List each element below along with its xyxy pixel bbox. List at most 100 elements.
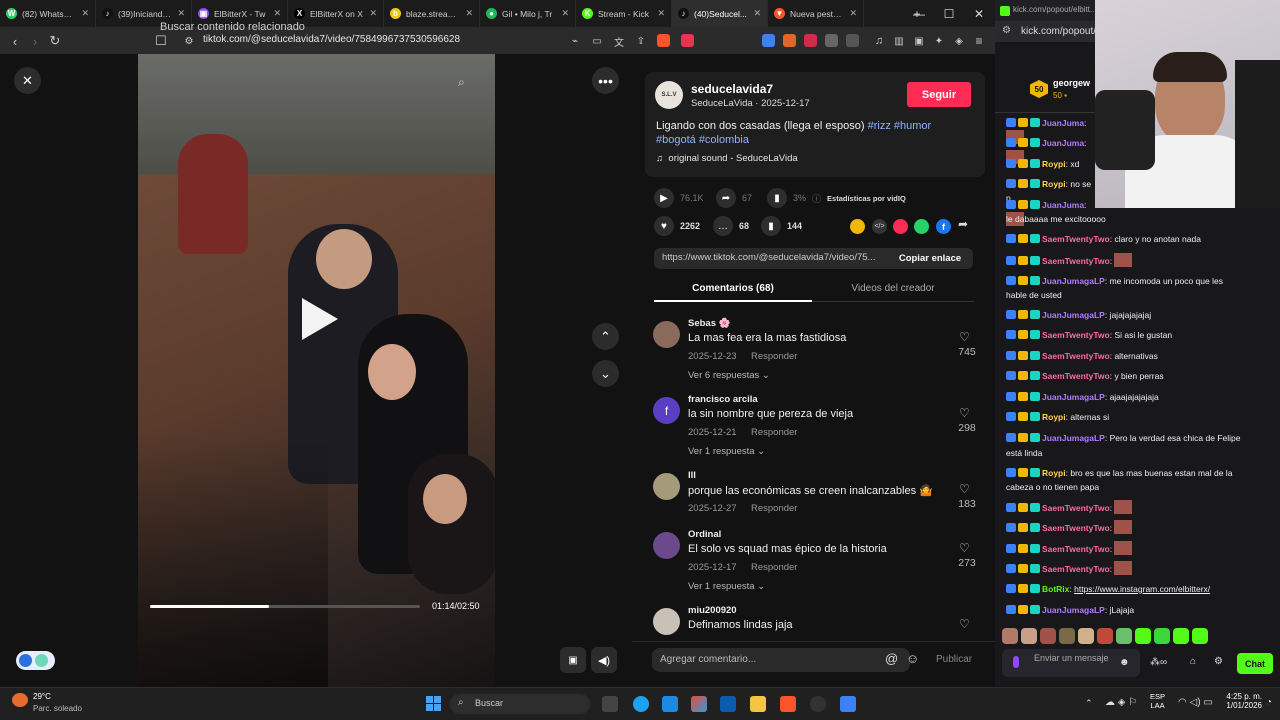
close-tab-icon[interactable]: ✕ xyxy=(849,8,857,19)
app-icon[interactable] xyxy=(810,696,826,712)
play-icon[interactable] xyxy=(302,298,338,340)
extension-icon[interactable] xyxy=(804,34,817,47)
search-icon[interactable]: ⌕ xyxy=(458,75,465,90)
chat-username[interactable]: SaemTwentyTwo xyxy=(1042,256,1110,266)
view-replies-button[interactable]: Ver 1 respuesta ⌄ xyxy=(688,446,765,457)
weather-icon[interactable] xyxy=(12,693,28,707)
chat-username[interactable]: JuanJumagaLP xyxy=(1042,276,1105,286)
plays-stat[interactable]: ▶ 76.1K xyxy=(654,188,704,208)
emote-icon[interactable] xyxy=(1135,628,1151,644)
vidiq-stats[interactable]: ▮ 3% ⓘ Estadísticas por vidIQ xyxy=(767,188,906,208)
more-options-icon[interactable]: ••• xyxy=(592,67,619,94)
close-tab-icon[interactable]: ✕ xyxy=(177,8,185,19)
copilot-icon[interactable] xyxy=(691,696,707,712)
wallet-icon[interactable]: ▣ xyxy=(910,32,928,50)
chat-username[interactable]: Roypi xyxy=(1042,468,1066,478)
chat-username[interactable]: Roypi xyxy=(1042,412,1066,422)
chat-username[interactable]: Roypi xyxy=(1042,159,1066,169)
app-icon[interactable] xyxy=(840,696,856,712)
emote-icon[interactable] xyxy=(1040,628,1056,644)
reply-button[interactable]: Responder xyxy=(751,562,797,573)
weather-temp[interactable]: 29°C xyxy=(33,692,51,701)
embed-icon[interactable]: </> xyxy=(872,219,887,234)
menu-icon[interactable]: ≡ xyxy=(970,32,988,50)
comment-avatar[interactable]: f xyxy=(653,397,680,424)
gift-icon[interactable]: ⌂ xyxy=(1190,656,1196,667)
heart-icon[interactable]: ♡ xyxy=(959,541,970,555)
site-info-icon[interactable]: ⚙ xyxy=(180,32,198,50)
whatsapp-icon[interactable] xyxy=(914,219,929,234)
hashtags[interactable]: #rizz #humor xyxy=(868,120,932,132)
network-icon[interactable]: ◠ ◁) ▭ xyxy=(1178,697,1213,708)
tray-icons[interactable]: ☁ ◈ ⚐ xyxy=(1105,697,1137,708)
maximize-button[interactable]: ☐ xyxy=(934,0,964,27)
notifications-icon[interactable]: ◔ xyxy=(1266,697,1272,708)
back-icon[interactable]: ‹ xyxy=(6,32,24,50)
chat-username[interactable]: SaemTwentyTwo xyxy=(1042,503,1110,513)
reply-button[interactable]: Responder xyxy=(751,503,797,514)
chat-username[interactable]: JuanJumagaLP xyxy=(1042,392,1105,402)
music-icon[interactable]: ♫ xyxy=(870,32,888,50)
minimize-button[interactable]: — xyxy=(904,0,934,27)
related-search-input[interactable]: Buscar contenido relacionado xyxy=(160,21,305,33)
edge-icon[interactable] xyxy=(633,696,649,712)
more-share-icon[interactable]: ➦ xyxy=(958,217,968,231)
chat-username[interactable]: SaemTwentyTwo xyxy=(1042,330,1110,340)
chat-send-button[interactable]: Chat xyxy=(1237,653,1273,674)
chat-username[interactable]: SaemTwentyTwo xyxy=(1042,544,1110,554)
brave-rewards-icon[interactable] xyxy=(681,34,694,47)
heart-icon[interactable]: ♡ xyxy=(959,617,970,631)
heart-icon[interactable]: ♡ xyxy=(959,330,970,344)
emote-icon[interactable] xyxy=(1116,628,1132,644)
start-icon[interactable] xyxy=(426,696,441,711)
close-icon[interactable]: ✕ xyxy=(14,67,41,94)
chat-username[interactable]: JuanJuma xyxy=(1042,138,1084,148)
chat-username[interactable]: JuanJuma xyxy=(1042,200,1084,210)
comment-avatar[interactable] xyxy=(653,532,680,559)
heart-icon[interactable]: ♡ xyxy=(959,482,970,496)
microphone-icon[interactable] xyxy=(1013,656,1019,668)
extension-icon[interactable] xyxy=(825,34,838,47)
pip-icon[interactable]: ▣ xyxy=(560,647,586,673)
brave-icon[interactable] xyxy=(780,696,796,712)
creator-username[interactable]: seducelavida7 xyxy=(691,82,773,96)
comment-avatar[interactable] xyxy=(653,321,680,348)
hashtags[interactable]: #bogotá #colombia xyxy=(656,134,749,146)
emote-icon[interactable] xyxy=(1021,628,1037,644)
close-tab-icon[interactable]: ✕ xyxy=(753,8,761,19)
share-icon[interactable]: ⇪ xyxy=(632,32,650,50)
close-tab-icon[interactable]: ✕ xyxy=(657,8,665,19)
view-replies-button[interactable]: Ver 6 respuestas ⌄ xyxy=(688,370,770,381)
reload-icon[interactable]: ↻ xyxy=(46,32,64,50)
users-icon[interactable]: ⁂∞ xyxy=(1150,657,1167,668)
translate-icon[interactable]: 文 xyxy=(610,32,628,50)
close-tab-icon[interactable]: ✕ xyxy=(273,8,281,19)
tab-0[interactable]: W (82) WhatsApp ✕ xyxy=(0,0,96,27)
close-tab-icon[interactable]: ✕ xyxy=(369,8,377,19)
comment-avatar[interactable] xyxy=(653,473,680,500)
emote-icon[interactable] xyxy=(1002,628,1018,644)
reply-button[interactable]: Responder xyxy=(751,427,797,438)
video-link-field[interactable]: https://www.tiktok.com/@seducelavida7/vi… xyxy=(654,248,887,269)
url-field[interactable]: tiktok.com/@seducelavida7/video/75849967… xyxy=(203,34,460,45)
view-replies-button[interactable]: Ver 1 respuesta ⌄ xyxy=(688,581,765,592)
comment-stat[interactable]: … 68 xyxy=(713,216,749,236)
cast-icon[interactable]: ▭ xyxy=(588,32,606,50)
emote-icon[interactable] xyxy=(1154,628,1170,644)
file-explorer-icon[interactable] xyxy=(750,696,766,712)
like-stat[interactable]: ♥ 2262 xyxy=(654,216,700,236)
previous-video-icon[interactable]: ⌃ xyxy=(592,323,619,350)
chat-username[interactable]: JuanJumagaLP xyxy=(1042,310,1105,320)
bookmark-icon[interactable]: ☐ xyxy=(152,32,170,50)
emote-icon[interactable] xyxy=(1097,628,1113,644)
publish-button[interactable]: Publicar xyxy=(936,654,972,665)
sound-link[interactable]: ♫ original sound - SeduceLaVida xyxy=(656,153,798,164)
comment-author[interactable]: lll xyxy=(688,470,696,481)
comment-author[interactable]: francisco arcila xyxy=(688,394,758,405)
clock[interactable]: 4:25 p. m. 1/01/2026 xyxy=(1214,692,1262,710)
creator-avatar[interactable]: S.L.V xyxy=(655,81,683,109)
mention-icon[interactable]: @ xyxy=(885,651,898,666)
chat-username[interactable]: SaemTwentyTwo xyxy=(1042,351,1110,361)
brave-shield-icon[interactable] xyxy=(657,34,670,47)
chat-username[interactable]: JuanJuma xyxy=(1042,118,1084,128)
